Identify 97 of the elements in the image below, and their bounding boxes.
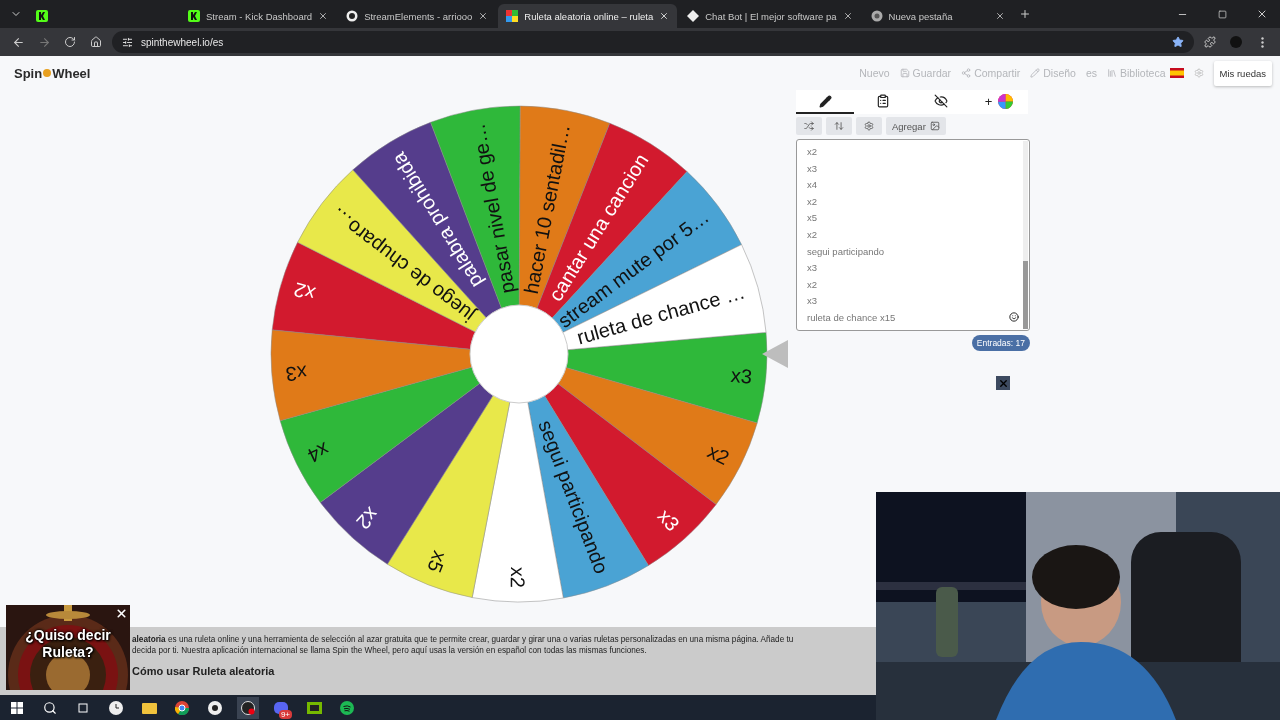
app-icon	[208, 700, 222, 715]
browser-tab[interactable]: Stream - Kick Dashboard	[180, 4, 337, 28]
restore-icon	[1217, 9, 1227, 19]
entries-field[interactable]: x2 x3 x4 x2 x5 x2 segui participando x3 x2 x3 ruleta de chance x15	[796, 139, 1030, 331]
image-icon	[929, 121, 940, 131]
close-icon	[115, 607, 128, 620]
pencil-icon	[818, 94, 832, 108]
wheel-logo-icon	[43, 69, 52, 77]
entry-line: x3	[807, 261, 818, 276]
segment-label: x2	[506, 566, 529, 589]
segment-label: x3	[284, 361, 308, 386]
close-icon	[997, 377, 1009, 389]
home-icon	[90, 36, 102, 48]
entry-line: ruleta de chance x15	[807, 310, 896, 325]
close-icon[interactable]	[478, 11, 489, 21]
shuffle-icon	[804, 121, 814, 131]
windows-icon	[11, 701, 23, 714]
close-icon[interactable]	[994, 11, 1005, 21]
segment-label: x2	[704, 440, 733, 470]
my-wheels-button[interactable]: Mis ruedas	[1213, 60, 1272, 86]
close-icon[interactable]	[318, 11, 329, 21]
scrollbar[interactable]	[1023, 141, 1028, 329]
logo-text: Spin	[14, 65, 43, 81]
entry-line: x2	[807, 194, 818, 209]
tab-favicon-icon	[687, 10, 700, 22]
recorder-icon	[241, 700, 255, 715]
article-text: aleatoria es una ruleta online y una herramienta de selección al azar gratuita que te permite crear, guardar y girar una o varias ruletas personalizadas en una misma página. Añade tu	[132, 635, 795, 644]
entry-line: x3	[807, 161, 818, 176]
close-icon[interactable]	[659, 11, 670, 21]
segment-label: x4	[304, 438, 333, 468]
browser-tab[interactable]: Nueva pestaña	[862, 4, 1013, 28]
arrow-left-icon	[11, 35, 25, 49]
entry-line: x2	[807, 227, 818, 242]
save-icon	[899, 68, 910, 78]
close-icon	[1256, 8, 1268, 20]
taskbar-app[interactable]	[237, 696, 259, 719]
entry-line: x3	[807, 294, 818, 309]
ad-text: ¿Quiso decir Ruleta?	[24, 627, 112, 661]
browser-tab[interactable]: Chat Bot | El mejor software pa	[679, 4, 861, 28]
segment-label: x5	[423, 548, 452, 576]
search-icon	[43, 700, 57, 715]
ad-card[interactable]: ¿Quiso decir Ruleta?	[6, 605, 130, 690]
entries-count: Entradas: 17	[971, 335, 1030, 351]
spain-flag-icon	[1169, 68, 1184, 78]
section-heading: Cómo usar Ruleta aleatoria	[132, 665, 276, 677]
task-view-icon	[77, 701, 89, 714]
segment-label: x2	[352, 503, 383, 534]
url-text: spinthewheel.io/es	[141, 36, 224, 48]
share-icon	[961, 68, 972, 78]
tab-favicon-icon	[346, 10, 359, 22]
segment-label: x3	[729, 363, 753, 388]
avatar-icon	[1230, 36, 1242, 48]
tab-favicon-icon	[506, 10, 519, 22]
pencil-icon	[1030, 68, 1041, 78]
reload-icon	[64, 36, 76, 48]
address-bar[interactable]: spinthewheel.io/es	[112, 31, 1194, 53]
entry-line: x2	[807, 277, 818, 292]
clock-icon	[109, 700, 123, 715]
close-icon[interactable]	[842, 11, 853, 21]
browser-tab[interactable]: Ruleta aleatoria online – ruleta	[498, 4, 678, 28]
browser-icon	[175, 700, 189, 715]
puzzle-icon	[1204, 36, 1216, 48]
taskbar-app[interactable]: 9+	[270, 696, 292, 719]
add-image-button[interactable]: Agregar	[886, 117, 946, 135]
clipboard-icon	[876, 94, 890, 108]
segment-label: x2	[291, 278, 318, 306]
article-text: decida por ti. Nuestra aplicación internacional se llama Spin the Wheel, pero aquí usas la versión en español con todas las mismas funciones.	[132, 646, 648, 655]
music-app-icon	[340, 700, 354, 715]
entry-line: x2	[807, 145, 818, 159]
logo-text: Wheel	[52, 65, 91, 81]
arrow-right-icon	[37, 35, 51, 49]
eye-off-icon	[934, 94, 948, 108]
settings-icon	[864, 121, 874, 131]
wheel-pointer	[762, 340, 788, 368]
library-icon	[1107, 68, 1117, 78]
segment-label: x3	[653, 504, 684, 536]
tab-favicon-icon	[188, 10, 200, 22]
tab-favicon-icon	[36, 10, 48, 22]
sort-icon	[834, 121, 844, 131]
color-wheel-icon	[998, 93, 1014, 109]
bookmark-star-icon[interactable]	[1172, 36, 1184, 48]
plus-icon	[1018, 8, 1031, 20]
site-logo[interactable]: Spin Wheel	[14, 65, 91, 81]
entry-line: x4	[807, 178, 818, 193]
app-icon	[306, 701, 322, 714]
tab-favicon-icon	[870, 10, 883, 22]
entry-line: segui participando	[807, 244, 885, 259]
site-info-icon[interactable]	[122, 36, 133, 48]
entry-line: x5	[807, 211, 818, 226]
editor-tab[interactable]	[796, 90, 854, 114]
emoji-icon[interactable]	[1009, 312, 1019, 322]
close-ad-button[interactable]	[115, 607, 128, 620]
browser-tab[interactable]: StreamElements - arriooo	[338, 4, 497, 28]
folder-icon	[141, 701, 157, 714]
editor-tab[interactable]: +	[970, 90, 1028, 114]
notification-badge: 9+	[278, 709, 292, 719]
menu-icon	[1260, 36, 1264, 48]
